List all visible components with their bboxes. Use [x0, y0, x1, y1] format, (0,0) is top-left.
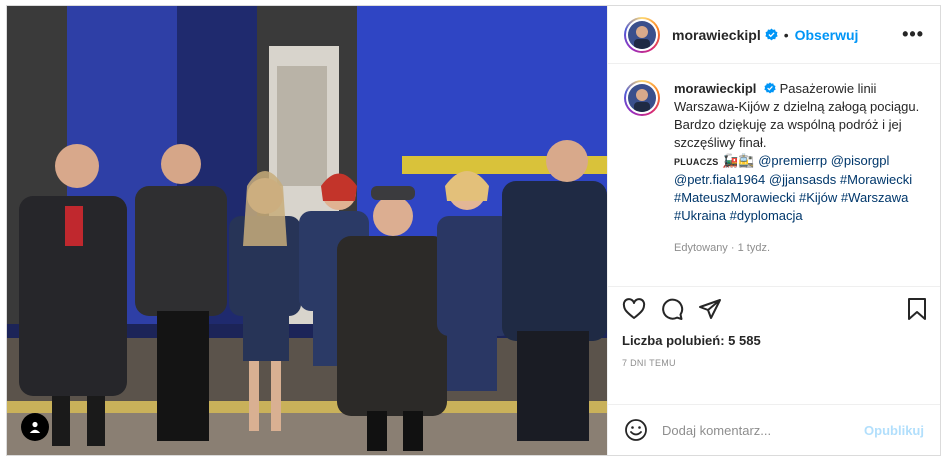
- post-comment-button[interactable]: Opublikuj: [864, 423, 924, 438]
- avatar[interactable]: [624, 16, 660, 53]
- hashtag-link[interactable]: #Warszawa: [841, 190, 908, 205]
- meta-separator: ·: [730, 242, 735, 254]
- next-comment-peek: [624, 282, 924, 286]
- mention-link[interactable]: @jjansasds: [769, 172, 836, 187]
- post-photo[interactable]: [7, 6, 607, 455]
- caption: morawieckipl Pasażerowie linii Warszawa-…: [624, 80, 924, 257]
- caption-avatar[interactable]: [624, 80, 660, 116]
- likes-count[interactable]: Liczba polubień: 5 585: [622, 333, 928, 348]
- hashtag-link[interactable]: #MateuszMorawiecki: [674, 190, 795, 205]
- post-side-panel: morawieckipl • Obserwuj ••• morawieckipl…: [607, 6, 940, 455]
- emoji-icon[interactable]: [624, 418, 648, 442]
- user-tag-button[interactable]: [21, 413, 49, 441]
- mention-link[interactable]: @premierrp: [758, 153, 827, 168]
- hashtag-link[interactable]: #dyplomacja: [730, 208, 803, 223]
- add-comment-bar: Opublikuj: [608, 404, 940, 455]
- follow-button[interactable]: Obserwuj: [795, 27, 859, 43]
- caption-age[interactable]: 1 tydz.: [738, 242, 770, 254]
- caption-avatar-image: [628, 84, 656, 112]
- edited-label: Edytowany: [674, 242, 728, 254]
- post-date[interactable]: 7 DNI TEMU: [622, 358, 928, 368]
- avatar-image: [628, 20, 656, 49]
- header-separator: •: [783, 26, 789, 43]
- user-tag-icon: [29, 421, 41, 433]
- share-icon[interactable]: [698, 297, 722, 321]
- caption-plu-text: PLUACZS: [674, 157, 719, 167]
- post-actions: Liczba polubień: 5 585 7 DNI TEMU: [608, 286, 940, 404]
- comments-area: morawieckipl Pasażerowie linii Warszawa-…: [608, 64, 940, 286]
- header-username[interactable]: morawieckipl: [672, 27, 761, 43]
- comment-icon[interactable]: [660, 297, 684, 321]
- more-options-icon[interactable]: •••: [902, 24, 924, 45]
- heart-icon[interactable]: [622, 297, 646, 321]
- comment-input[interactable]: [662, 422, 865, 438]
- hashtag-link[interactable]: #Ukraina: [674, 208, 726, 223]
- post-header: morawieckipl • Obserwuj •••: [608, 6, 940, 64]
- train-emoji-icon: 🚂🚉: [722, 153, 755, 168]
- caption-username[interactable]: morawieckipl: [674, 81, 756, 96]
- post-dialog: morawieckipl • Obserwuj ••• morawieckipl…: [6, 5, 941, 456]
- photo-illustration: [7, 6, 607, 455]
- caption-verified-icon: [764, 82, 776, 94]
- mention-link[interactable]: @petr.fiala1964: [674, 172, 765, 187]
- mention-link[interactable]: @pisorgpl: [831, 153, 890, 168]
- hashtag-link[interactable]: #Kijów: [799, 190, 837, 205]
- verified-badge-icon: [765, 28, 778, 41]
- caption-meta: Edytowany · 1 tydz.: [674, 239, 924, 257]
- bookmark-icon[interactable]: [906, 297, 928, 321]
- hashtag-link[interactable]: #Morawiecki: [840, 172, 912, 187]
